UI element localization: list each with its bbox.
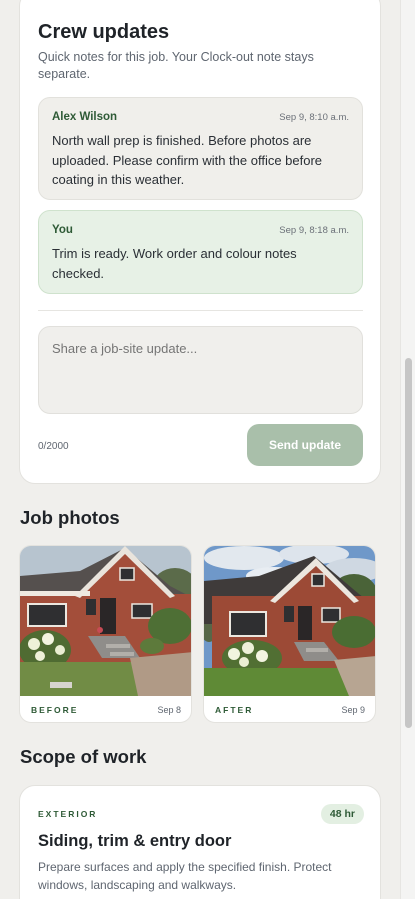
job-photos-title: Job photos bbox=[20, 507, 120, 528]
crew-updates-subtitle: Quick notes for this job. Your Clock-out… bbox=[38, 50, 314, 81]
message-timestamp: Sep 9, 8:10 a.m. bbox=[279, 111, 349, 123]
scope-item-name: Siding, trim & entry door bbox=[38, 832, 232, 850]
before-photo-card[interactable]: BEFORE Sep 8 bbox=[19, 545, 192, 723]
after-photo-card[interactable]: AFTER Sep 9 bbox=[203, 545, 376, 723]
before-house-photo bbox=[20, 546, 191, 696]
message-author: You bbox=[52, 224, 73, 236]
message-text: Trim is ready. Work order and colour not… bbox=[52, 246, 297, 281]
own-message-bubble: You Sep 9, 8:18 a.m. Trim is ready. Work… bbox=[38, 210, 363, 294]
crew-updates-title: Crew updates bbox=[38, 21, 170, 43]
scope-of-work-title: Scope of work bbox=[20, 746, 147, 767]
character-counter: 0/2000 bbox=[38, 441, 69, 452]
photo-label: AFTER bbox=[215, 705, 254, 715]
update-input[interactable] bbox=[38, 326, 363, 414]
photo-label: BEFORE bbox=[31, 705, 79, 715]
message-bubble: Alex Wilson Sep 9, 8:10 a.m. North wall … bbox=[38, 97, 363, 200]
message-author: Alex Wilson bbox=[52, 111, 118, 123]
after-house-photo bbox=[204, 546, 375, 696]
hours-badge: 48 hr bbox=[320, 804, 364, 824]
message-text: North wall prep is finished. Before phot… bbox=[52, 133, 323, 187]
scope-category: EXTERIOR bbox=[38, 809, 98, 819]
photo-date: Sep 8 bbox=[157, 705, 181, 715]
scrollbar-thumb[interactable] bbox=[405, 358, 412, 728]
scope-item-description: Prepare surfaces and apply the specified… bbox=[38, 860, 332, 892]
divider bbox=[38, 310, 363, 311]
photo-date: Sep 9 bbox=[341, 705, 365, 715]
job-detail-page: Crew updates Quick notes for this job. Y… bbox=[0, 0, 400, 899]
crew-updates-card: Crew updates Quick notes for this job. Y… bbox=[19, 0, 381, 484]
scope-item-card[interactable]: EXTERIOR 48 hr Siding, trim & entry door… bbox=[19, 785, 381, 899]
send-update-button[interactable]: Send update bbox=[247, 424, 363, 466]
scrollbar[interactable] bbox=[400, 0, 415, 899]
message-timestamp: Sep 9, 8:18 a.m. bbox=[279, 224, 349, 236]
